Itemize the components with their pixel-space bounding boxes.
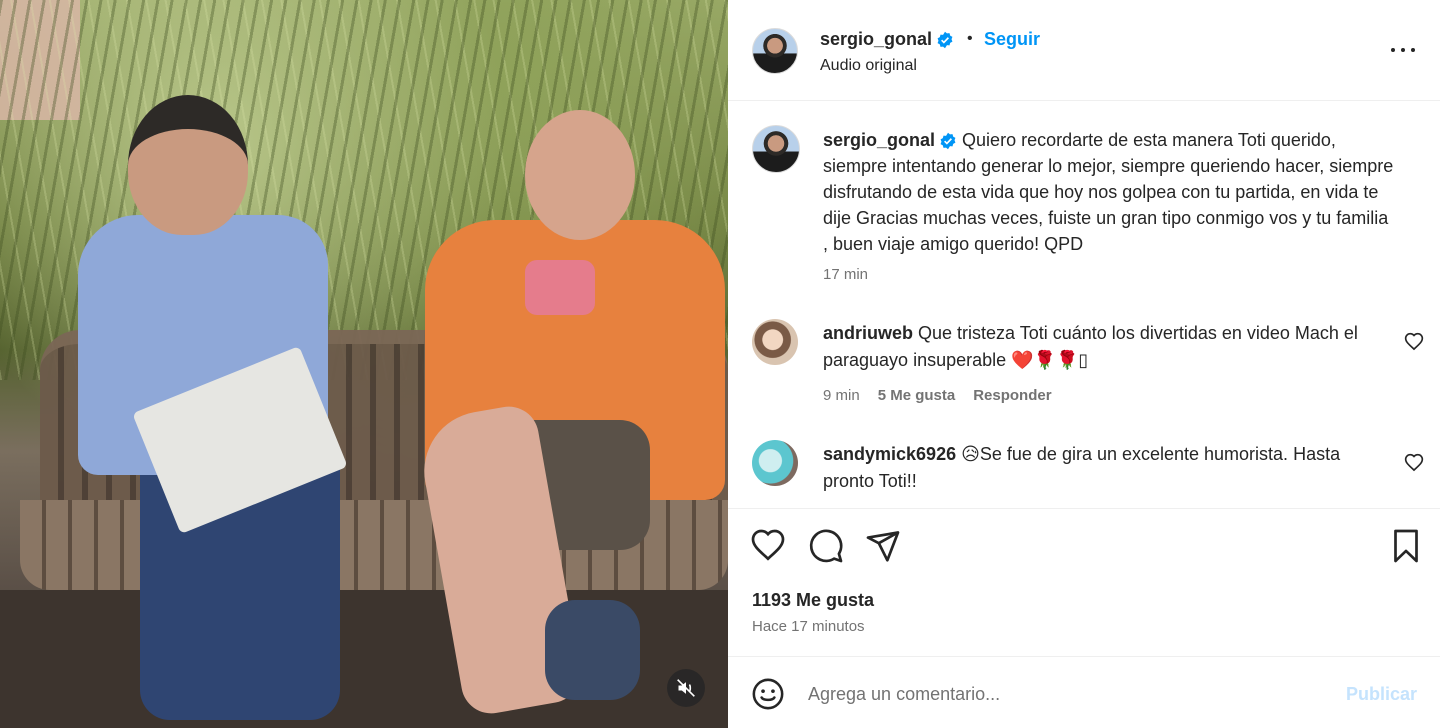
follow-button[interactable]: Seguir bbox=[984, 29, 1040, 50]
caption-time[interactable]: 17 min bbox=[823, 266, 868, 283]
verified-badge-icon bbox=[940, 133, 956, 150]
comment-username[interactable]: sandymick6926 bbox=[823, 444, 956, 464]
comments-section: sergio_gonal Quiero recordarte de esta m… bbox=[728, 101, 1440, 509]
reply-button[interactable]: Responder bbox=[973, 387, 1051, 404]
comment-time[interactable]: 9 min bbox=[823, 387, 860, 404]
person-left-head bbox=[128, 95, 248, 235]
commenter-avatar[interactable] bbox=[752, 440, 798, 486]
likes-count[interactable]: 1193 Me gusta bbox=[752, 590, 874, 611]
comment-input[interactable] bbox=[808, 679, 1308, 709]
post-time[interactable]: Hace 17 minutos bbox=[752, 618, 865, 635]
post-caption: sergio_gonal Quiero recordarte de esta m… bbox=[823, 127, 1398, 257]
audio-label[interactable]: Audio original bbox=[820, 57, 917, 75]
muted-speaker-icon bbox=[677, 679, 695, 697]
more-options-icon[interactable] bbox=[1388, 38, 1418, 62]
author-avatar[interactable] bbox=[752, 28, 798, 74]
post-header: sergio_gonal • Seguir Audio original bbox=[728, 0, 1440, 101]
heart-icon[interactable] bbox=[750, 528, 786, 564]
comment-like-heart-icon[interactable] bbox=[1404, 332, 1424, 352]
comment-like-heart-icon[interactable] bbox=[1404, 453, 1424, 473]
verified-badge-icon bbox=[937, 32, 953, 49]
post-details-panel: sergio_gonal • Seguir Audio original ser… bbox=[728, 0, 1440, 728]
comment-item: sandymick6926 😥Se fue de gira un excelen… bbox=[823, 441, 1383, 495]
bookmark-icon[interactable] bbox=[1388, 528, 1424, 564]
comment-item: andriuweb Que tristeza Toti cuánto los d… bbox=[823, 320, 1383, 374]
sneaker bbox=[545, 600, 640, 700]
send-icon[interactable] bbox=[865, 528, 901, 564]
commenter-avatar[interactable] bbox=[752, 319, 798, 365]
author-username-text[interactable]: sergio_gonal bbox=[820, 29, 932, 49]
post-actions: 1193 Me gusta Hace 17 minutos bbox=[728, 509, 1440, 657]
comment-meta: 9 min 5 Me gusta Responder bbox=[823, 387, 1052, 404]
emoji-icon[interactable] bbox=[751, 677, 785, 711]
mute-toggle-button[interactable] bbox=[667, 669, 705, 707]
comment-icon[interactable] bbox=[808, 528, 844, 564]
comment-username[interactable]: andriuweb bbox=[823, 323, 913, 343]
separator-dot: • bbox=[967, 30, 973, 47]
post-video[interactable] bbox=[0, 0, 728, 728]
caption-username[interactable]: sergio_gonal bbox=[823, 130, 935, 150]
shirt-graphic bbox=[525, 260, 595, 315]
caption-author-avatar[interactable] bbox=[752, 125, 800, 173]
author-username[interactable]: sergio_gonal bbox=[820, 29, 954, 50]
comment-likes-count[interactable]: 5 Me gusta bbox=[878, 387, 956, 404]
publish-button[interactable]: Publicar bbox=[1346, 684, 1417, 705]
comment-composer: Publicar bbox=[728, 657, 1440, 728]
person-right-head bbox=[525, 110, 635, 240]
